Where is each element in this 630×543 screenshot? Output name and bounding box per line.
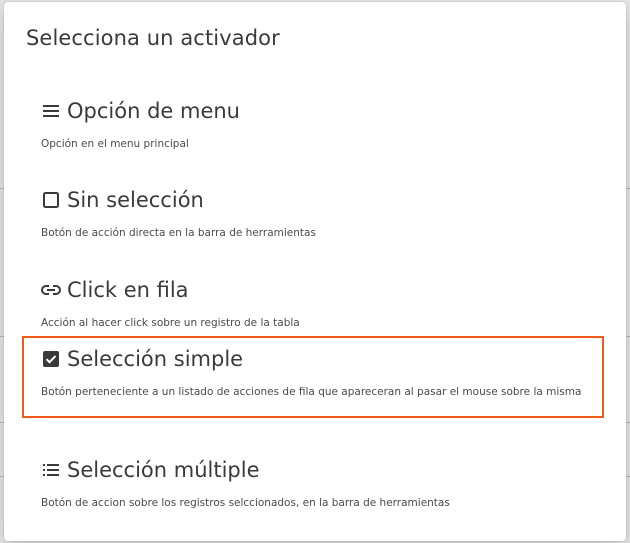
option-label: Opción de menu <box>67 99 240 123</box>
menu-icon <box>41 101 61 121</box>
option-row-click[interactable]: Click en fila Acción al hacer click sobr… <box>22 267 604 347</box>
option-single-selection[interactable]: Selección simple Botón perteneciente a u… <box>22 336 604 418</box>
option-description: Opción en el menu principal <box>41 138 189 150</box>
option-label: Sin selección <box>67 188 204 212</box>
option-label: Selección simple <box>67 347 244 371</box>
list-icon <box>41 460 61 480</box>
checkbox-checked-icon <box>41 349 61 369</box>
option-label: Click en fila <box>67 278 189 302</box>
dialog-title: Selecciona un activador <box>26 26 280 50</box>
trigger-select-dialog: Selecciona un activador Opción de menu O… <box>4 2 626 541</box>
checkbox-empty-icon <box>41 190 61 210</box>
option-description: Acción al hacer click sobre un registro … <box>41 317 300 329</box>
option-description: Botón perteneciente a un listado de acci… <box>41 386 582 398</box>
option-multiple-selection[interactable]: Selección múltiple Botón de accion sobre… <box>22 447 604 527</box>
link-icon <box>41 280 61 300</box>
option-description: Botón de acción directa en la barra de h… <box>41 227 316 239</box>
option-description: Botón de accion sobre los registros selc… <box>41 497 450 509</box>
option-label: Selección múltiple <box>67 458 260 482</box>
option-menu[interactable]: Opción de menu Opción en el menu princip… <box>22 88 604 168</box>
option-no-selection[interactable]: Sin selección Botón de acción directa en… <box>22 177 604 257</box>
